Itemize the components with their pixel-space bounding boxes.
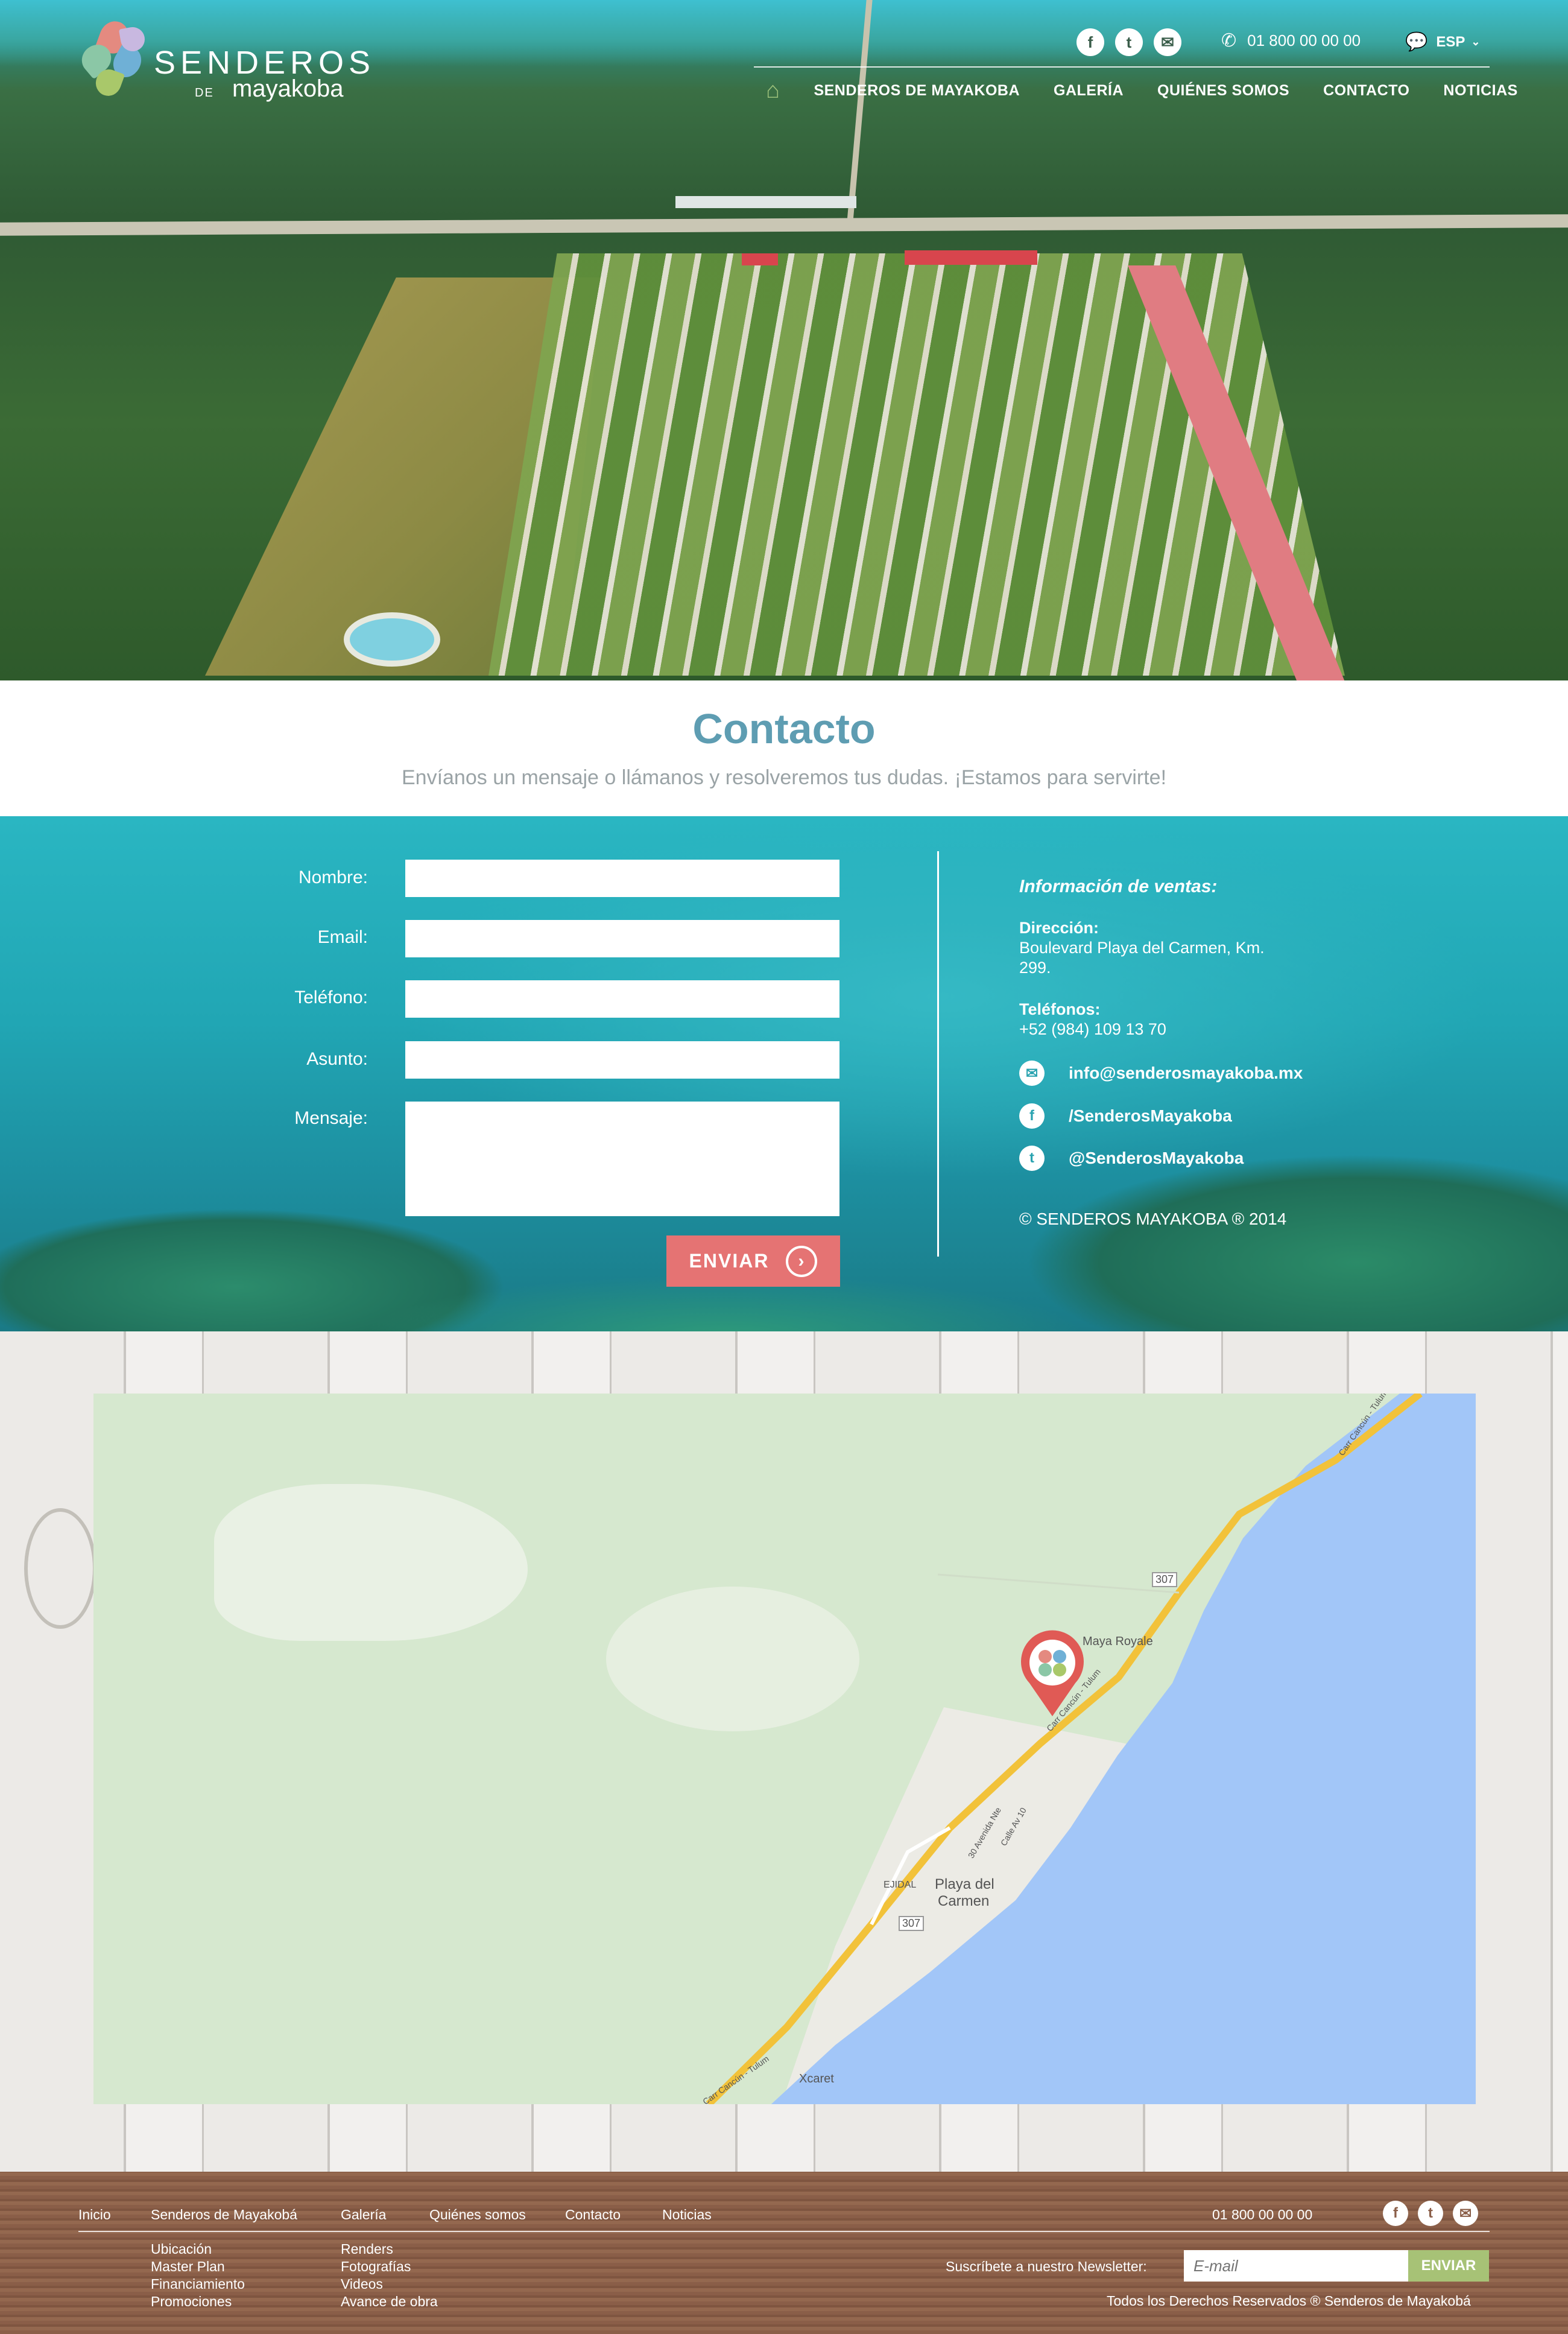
logo-de: DE bbox=[195, 86, 214, 100]
facebook-handle: /SenderosMayakoba bbox=[1069, 1106, 1232, 1125]
footer-nav-inicio[interactable]: Inicio bbox=[78, 2207, 111, 2223]
name-input[interactable] bbox=[405, 860, 839, 897]
map-pin[interactable] bbox=[1016, 1629, 1089, 1719]
chat-icon: 💬 bbox=[1405, 32, 1428, 52]
send-button[interactable]: ENVIAR › bbox=[666, 1235, 840, 1287]
phone-label: Teléfono: bbox=[294, 988, 368, 1007]
address-line1: Boulevard Playa del Carmen, Km. bbox=[1019, 939, 1265, 957]
newsletter-submit-button[interactable]: ENVIAR bbox=[1408, 2250, 1489, 2282]
page-subtitle: Envíanos un mensaje o llámanos y resolve… bbox=[401, 766, 1167, 789]
email-icon: ✉ bbox=[1019, 1061, 1045, 1086]
map-label-xcaret: Xcaret bbox=[799, 2072, 834, 2085]
subject-label: Asunto: bbox=[306, 1049, 368, 1069]
message-textarea[interactable] bbox=[405, 1102, 839, 1216]
main-nav: ⌂ SENDEROS DE MAYAKOBA GALERÍA QUIÉNES S… bbox=[766, 78, 1518, 103]
nav-quienes-somos[interactable]: QUIÉNES SOMOS bbox=[1157, 82, 1289, 100]
facebook-link[interactable]: f /SenderosMayakoba bbox=[1019, 1103, 1232, 1129]
name-label: Nombre: bbox=[298, 867, 368, 887]
map-label-ejidal: EJIDAL bbox=[884, 1880, 917, 1890]
newsletter-email-input[interactable] bbox=[1184, 2250, 1408, 2282]
twitter-handle: @SenderosMayakoba bbox=[1069, 1149, 1244, 1167]
twitter-icon[interactable]: t bbox=[1115, 28, 1143, 56]
map-label-307-south: 307 bbox=[899, 1916, 925, 1931]
nav-noticias[interactable]: NOTICIAS bbox=[1443, 82, 1517, 100]
map-label-playa-2: Carmen bbox=[938, 1893, 990, 1909]
footer-sub-ubicacion[interactable]: Ubicación bbox=[151, 2240, 212, 2258]
email-input[interactable] bbox=[405, 920, 839, 957]
footer-nav-contacto[interactable]: Contacto bbox=[565, 2207, 621, 2223]
send-button-label: ENVIAR bbox=[689, 1250, 770, 1272]
location-map[interactable]: Maya Royale Playa del Carmen EJIDAL Xcar… bbox=[93, 1394, 1476, 2104]
sales-heading: Información de ventas: bbox=[1019, 877, 1218, 896]
chevron-down-icon: ⌄ bbox=[1471, 36, 1481, 48]
sales-email: info@senderosmayakoba.mx bbox=[1069, 1064, 1303, 1082]
language-selector[interactable]: 💬 ESP ⌄ bbox=[1405, 31, 1480, 52]
footer-nav-quienes[interactable]: Quiénes somos bbox=[429, 2207, 526, 2223]
page-title: Contacto bbox=[692, 705, 876, 752]
footer-nav-senderos[interactable]: Senderos de Mayakobá bbox=[151, 2207, 297, 2223]
footer: Inicio Senderos de Mayakobá Galería Quié… bbox=[0, 2172, 1568, 2334]
roofs-small bbox=[742, 253, 778, 265]
wood-knot bbox=[24, 1508, 96, 1629]
copyright: © SENDEROS MAYAKOBA ® 2014 bbox=[1019, 1210, 1287, 1228]
message-label: Mensaje: bbox=[294, 1108, 368, 1128]
header-phone-number: 01 800 00 00 00 bbox=[1247, 31, 1361, 49]
phone-input[interactable] bbox=[405, 980, 839, 1018]
roofs bbox=[905, 250, 1037, 265]
footer-sub-financiamiento[interactable]: Financiamiento bbox=[151, 2275, 245, 2293]
lake bbox=[344, 612, 440, 667]
phones-label: Teléfonos: bbox=[1019, 1000, 1101, 1018]
contact-section: Nombre: Email: Teléfono: Asunto: Mensaje… bbox=[0, 816, 1568, 1331]
twitter-icon: t bbox=[1019, 1146, 1045, 1171]
email-label: Email: bbox=[317, 927, 368, 947]
map-label-maya-royale: Maya Royale bbox=[1083, 1635, 1153, 1648]
twitter-icon[interactable]: t bbox=[1418, 2201, 1443, 2226]
map-label-307-north: 307 bbox=[1152, 1572, 1178, 1587]
nav-senderos[interactable]: SENDEROS DE MAYAKOBA bbox=[814, 82, 1020, 100]
address-line2: 299. bbox=[1019, 959, 1051, 977]
facebook-icon: f bbox=[1019, 1103, 1045, 1129]
phone-icon: ✆ bbox=[1221, 31, 1237, 51]
sales-phone: +52 (984) 109 13 70 bbox=[1019, 1020, 1166, 1038]
footer-nav-galeria[interactable]: Galería bbox=[341, 2207, 386, 2223]
language-label: ESP bbox=[1436, 33, 1465, 50]
sales-email-link[interactable]: ✉ info@senderosmayakoba.mx bbox=[1019, 1061, 1303, 1086]
twitter-link[interactable]: t @SenderosMayakoba bbox=[1019, 1146, 1244, 1171]
footer-sub-avance[interactable]: Avance de obra bbox=[341, 2293, 438, 2310]
address-label: Dirección: bbox=[1019, 919, 1099, 937]
footer-sub-masterplan[interactable]: Master Plan bbox=[151, 2258, 225, 2275]
home-icon[interactable]: ⌂ bbox=[766, 78, 780, 104]
logo-subtitle: mayakoba bbox=[232, 75, 344, 102]
footer-rights: Todos los Derechos Reservados ® Senderos… bbox=[1107, 2293, 1471, 2309]
logo[interactable]: SENDEROS DE mayakoba bbox=[75, 17, 449, 106]
facebook-icon[interactable]: f bbox=[1076, 28, 1104, 56]
header-phone[interactable]: ✆ 01 800 00 00 00 bbox=[1221, 30, 1361, 51]
vertical-divider bbox=[937, 851, 939, 1257]
nav-contacto[interactable]: CONTACTO bbox=[1323, 82, 1409, 100]
nav-divider bbox=[754, 66, 1490, 68]
email-icon[interactable]: ✉ bbox=[1154, 28, 1181, 56]
newsletter-label: Suscríbete a nuestro Newsletter: bbox=[946, 2259, 1147, 2274]
footer-sub-fotografias[interactable]: Fotografías bbox=[341, 2258, 411, 2275]
highway bbox=[0, 214, 1568, 236]
footer-sub-videos[interactable]: Videos bbox=[341, 2275, 383, 2293]
footer-social: f t ✉ bbox=[1373, 2201, 1478, 2226]
building bbox=[675, 196, 856, 208]
footer-phone[interactable]: 01 800 00 00 00 bbox=[1212, 2207, 1312, 2223]
map-label-playa-1: Playa del bbox=[935, 1876, 994, 1892]
footer-sub-promociones[interactable]: Promociones bbox=[151, 2293, 232, 2310]
arrow-right-icon: › bbox=[786, 1245, 818, 1277]
footer-sub-renders[interactable]: Renders bbox=[341, 2240, 393, 2258]
nav-galeria[interactable]: GALERÍA bbox=[1054, 82, 1124, 100]
email-icon[interactable]: ✉ bbox=[1453, 2201, 1478, 2226]
subject-input[interactable] bbox=[405, 1041, 839, 1079]
footer-nav-noticias[interactable]: Noticias bbox=[662, 2207, 712, 2223]
social-links: f t ✉ bbox=[1076, 27, 1192, 57]
facebook-icon[interactable]: f bbox=[1383, 2201, 1408, 2226]
contact-header: Contacto Envíanos un mensaje o llámanos … bbox=[0, 680, 1568, 816]
footer-divider bbox=[78, 2231, 1490, 2232]
